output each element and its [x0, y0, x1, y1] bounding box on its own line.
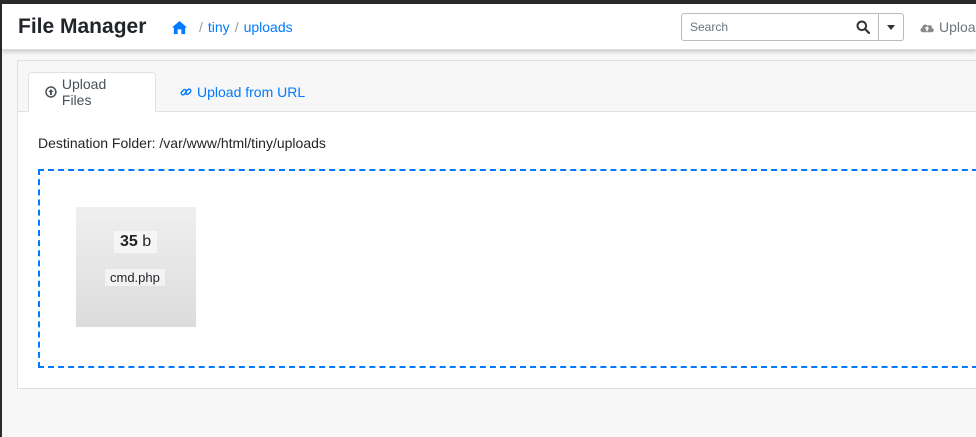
home-icon[interactable]	[171, 20, 188, 35]
tab-upload-from-url[interactable]: Upload from URL	[164, 72, 321, 112]
upload-tabs: Upload Files Upload from URL	[18, 61, 976, 112]
upload-nav-link[interactable]: Upload	[919, 19, 976, 35]
file-size-value: 35	[120, 233, 138, 250]
caret-down-icon	[887, 24, 895, 30]
search-input[interactable]	[690, 20, 856, 34]
app-title[interactable]: File Manager	[18, 15, 146, 39]
arrow-circle-up-icon	[45, 86, 57, 98]
breadcrumb-separator: /	[234, 19, 239, 35]
file-preview[interactable]: 35 b cmd.php	[76, 207, 196, 327]
upload-nav-label: Upload	[939, 19, 976, 35]
search-group	[681, 13, 904, 41]
tab-upload-files-label: Upload Files	[61, 76, 107, 108]
search-box	[681, 13, 879, 41]
search-options-dropdown[interactable]	[879, 13, 904, 41]
breadcrumb-separator: /	[199, 19, 203, 35]
breadcrumb-item-uploads[interactable]: uploads	[244, 19, 293, 35]
search-icon[interactable]	[856, 20, 870, 34]
destination-folder: Destination Folder: /var/www/html/tiny/u…	[38, 135, 326, 151]
window-frame-left	[0, 0, 2, 437]
navbar: File Manager / tiny / uploads Upload	[2, 4, 976, 50]
breadcrumb: / tiny / uploads	[171, 19, 293, 35]
tab-upload-files[interactable]: Upload Files	[28, 72, 156, 112]
dropzone[interactable]: 35 b cmd.php	[38, 169, 976, 368]
upload-card: Upload Files Upload from URL Destination…	[17, 60, 976, 389]
file-name: cmd.php	[105, 269, 165, 286]
cloud-upload-icon	[920, 24, 934, 32]
breadcrumb-item-tiny[interactable]: tiny	[208, 19, 230, 35]
tab-upload-from-url-label: Upload from URL	[197, 84, 306, 100]
link-icon	[180, 88, 192, 96]
file-size: 35 b	[114, 231, 158, 253]
file-size-unit: b	[142, 233, 152, 250]
